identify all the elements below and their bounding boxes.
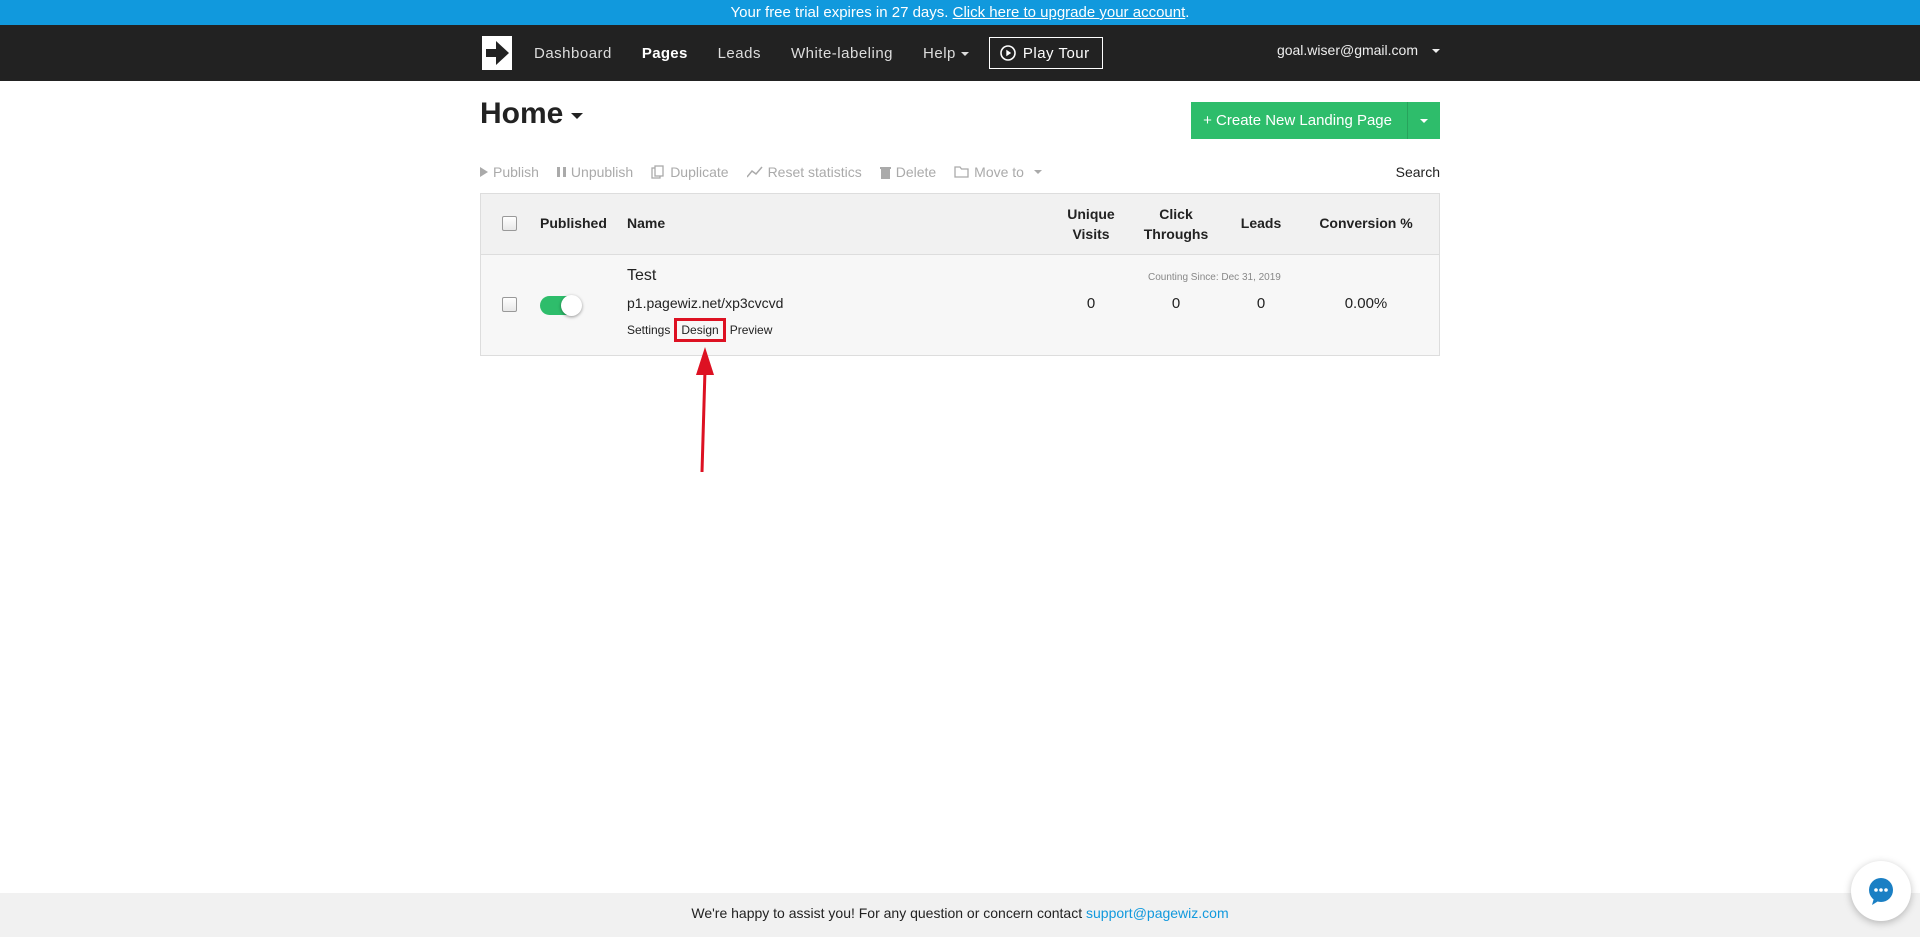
- select-all-checkbox[interactable]: [502, 216, 517, 231]
- search-link[interactable]: Search: [1396, 164, 1440, 180]
- published-toggle[interactable]: [540, 295, 582, 316]
- top-navigation: Dashboard Pages Leads White-labeling Hel…: [0, 25, 1920, 81]
- nav-links: Dashboard Pages Leads White-labeling Hel…: [534, 25, 1103, 81]
- counting-since: Counting Since: Dec 31, 2019: [1148, 272, 1281, 283]
- chat-icon: [1869, 878, 1893, 905]
- nav-leads[interactable]: Leads: [718, 45, 761, 62]
- trial-banner: Your free trial expires in 27 days. Clic…: [0, 0, 1920, 25]
- nav-dashboard[interactable]: Dashboard: [534, 45, 612, 62]
- col-leads[interactable]: Leads: [1226, 215, 1296, 231]
- pause-icon: [556, 167, 566, 177]
- col-click-throughs[interactable]: Click Throughs: [1136, 204, 1216, 244]
- publish-button[interactable]: Publish: [480, 164, 539, 180]
- nav-help-label: Help: [923, 44, 956, 62]
- nav-pages[interactable]: Pages: [642, 45, 688, 62]
- chart-line-icon: [746, 166, 763, 178]
- chevron-down-icon: [1420, 118, 1428, 123]
- support-email-link[interactable]: support@pagewiz.com: [1086, 905, 1229, 921]
- row-checkbox[interactable]: [502, 297, 517, 312]
- col-unique-visits-line2: Visits: [1072, 226, 1110, 242]
- folder-icon: [954, 166, 969, 178]
- col-published[interactable]: Published: [540, 215, 607, 231]
- table-header: Published Name Unique Visits Click Throu…: [481, 194, 1439, 255]
- chevron-down-icon: [571, 113, 584, 119]
- unique-visits-value: 0: [1086, 295, 1096, 312]
- conversion-value: 0.00%: [1344, 295, 1388, 312]
- chevron-down-icon: [1432, 49, 1440, 54]
- create-landing-page-group: + Create New Landing Page: [1191, 102, 1440, 139]
- table-row: Test p1.pagewiz.net/xp3cvcvd Settings De…: [481, 255, 1439, 355]
- publish-label: Publish: [493, 164, 539, 180]
- reset-statistics-label: Reset statistics: [767, 164, 862, 180]
- annotation-arrow-icon: [696, 347, 714, 473]
- preview-link[interactable]: Preview: [730, 318, 773, 342]
- duplicate-button[interactable]: Duplicate: [651, 164, 729, 180]
- settings-link[interactable]: Settings: [627, 318, 670, 342]
- col-click-throughs-line2: Throughs: [1143, 226, 1209, 242]
- nav-help[interactable]: Help: [923, 45, 969, 62]
- design-link[interactable]: Design: [674, 318, 726, 342]
- delete-label: Delete: [895, 164, 937, 180]
- arrow-right-logo-icon[interactable]: [482, 36, 512, 70]
- play-tour-label: Play Tour: [1022, 44, 1090, 62]
- leads-value: 0: [1256, 295, 1266, 312]
- chevron-down-icon: [960, 51, 969, 56]
- footer: We're happy to assist you! For any quest…: [0, 893, 1920, 937]
- reset-statistics-button[interactable]: Reset statistics: [746, 164, 862, 180]
- unpublish-label: Unpublish: [570, 164, 634, 180]
- user-email: goal.wiser@gmail.com: [1276, 42, 1418, 58]
- bulk-actions-toolbar: Publish Unpublish Duplicate Reset statis…: [480, 162, 1440, 182]
- play-circle-icon: [1000, 45, 1016, 61]
- nav-white-labeling[interactable]: White-labeling: [791, 45, 893, 62]
- footer-text: We're happy to assist you! For any quest…: [691, 905, 1086, 921]
- page-title: Home: [480, 97, 564, 130]
- col-click-throughs-line1: Click: [1159, 206, 1193, 222]
- chevron-down-icon: [1033, 170, 1042, 174]
- unpublish-button[interactable]: Unpublish: [556, 164, 634, 180]
- col-name[interactable]: Name: [627, 215, 665, 231]
- copy-icon: [651, 165, 664, 179]
- upgrade-link[interactable]: Click here to upgrade your account: [953, 4, 1186, 21]
- chat-button[interactable]: [1851, 861, 1911, 921]
- trash-icon: [879, 166, 891, 179]
- col-unique-visits-line1: Unique: [1067, 206, 1115, 222]
- duplicate-label: Duplicate: [670, 164, 729, 180]
- page-actions: Settings Design Preview: [627, 318, 778, 342]
- user-menu[interactable]: goal.wiser@gmail.com: [1277, 25, 1440, 75]
- create-dropdown-button[interactable]: [1408, 102, 1440, 139]
- trial-banner-text: Your free trial expires in 27 days.: [730, 4, 949, 21]
- page-url[interactable]: p1.pagewiz.net/xp3cvcvd: [627, 295, 783, 311]
- col-conversion[interactable]: Conversion %: [1306, 215, 1426, 231]
- play-tour-button[interactable]: Play Tour: [988, 37, 1103, 69]
- create-landing-page-button[interactable]: + Create New Landing Page: [1191, 102, 1408, 139]
- toggle-knob: [561, 295, 582, 316]
- click-throughs-value: 0: [1171, 295, 1181, 312]
- page-name: Test: [627, 267, 657, 284]
- page-header: Home + Create New Landing Page: [480, 97, 1440, 139]
- delete-button[interactable]: Delete: [879, 164, 937, 180]
- play-icon: [480, 167, 488, 177]
- col-unique-visits[interactable]: Unique Visits: [1061, 204, 1121, 244]
- move-to-button[interactable]: Move to: [954, 164, 1042, 180]
- move-to-label: Move to: [974, 164, 1024, 180]
- pages-table: Published Name Unique Visits Click Throu…: [480, 193, 1440, 356]
- trial-banner-period: .: [1185, 4, 1190, 21]
